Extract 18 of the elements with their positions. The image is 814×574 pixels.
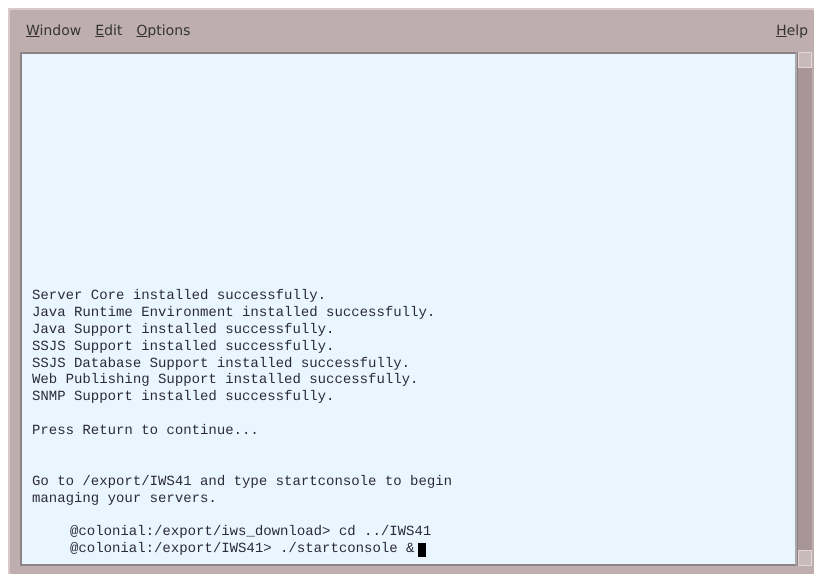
terminal-line: SSJS Database Support installed successfully. [32,356,410,372]
terminal-line: Java Support installed successfully. [32,322,334,339]
menu-item[interactable]: Help [776,21,808,41]
terminal-line: SNMP Support installed successfully. [32,389,334,406]
menu-item[interactable]: Edit [95,21,122,41]
menu-item[interactable]: Window [26,21,82,41]
terminal-line: Press Return to continue... [32,423,259,440]
scrollbar[interactable] [797,52,812,566]
terminal-line: SSJS Support installed successfully. [32,338,334,356]
terminal-line: @colonial:/export/iws_download> cd ../IWS41 [70,524,432,542]
menu-item[interactable]: Options [136,21,190,41]
terminal-line: Go to /export/IWS41 and type startconsole to begin [32,474,452,491]
text-cursor [418,542,426,557]
terminal-line: managing your servers. [32,490,217,508]
terminal-line: Server Core installed successfully. [32,288,326,306]
terminal-line: Java Runtime Environment installed successfully. [32,305,436,322]
terminal-line: Web Publishing Support installed successfully. [32,372,418,390]
terminal-line: @colonial:/export/IWS41> ./startconsole & [70,541,414,558]
